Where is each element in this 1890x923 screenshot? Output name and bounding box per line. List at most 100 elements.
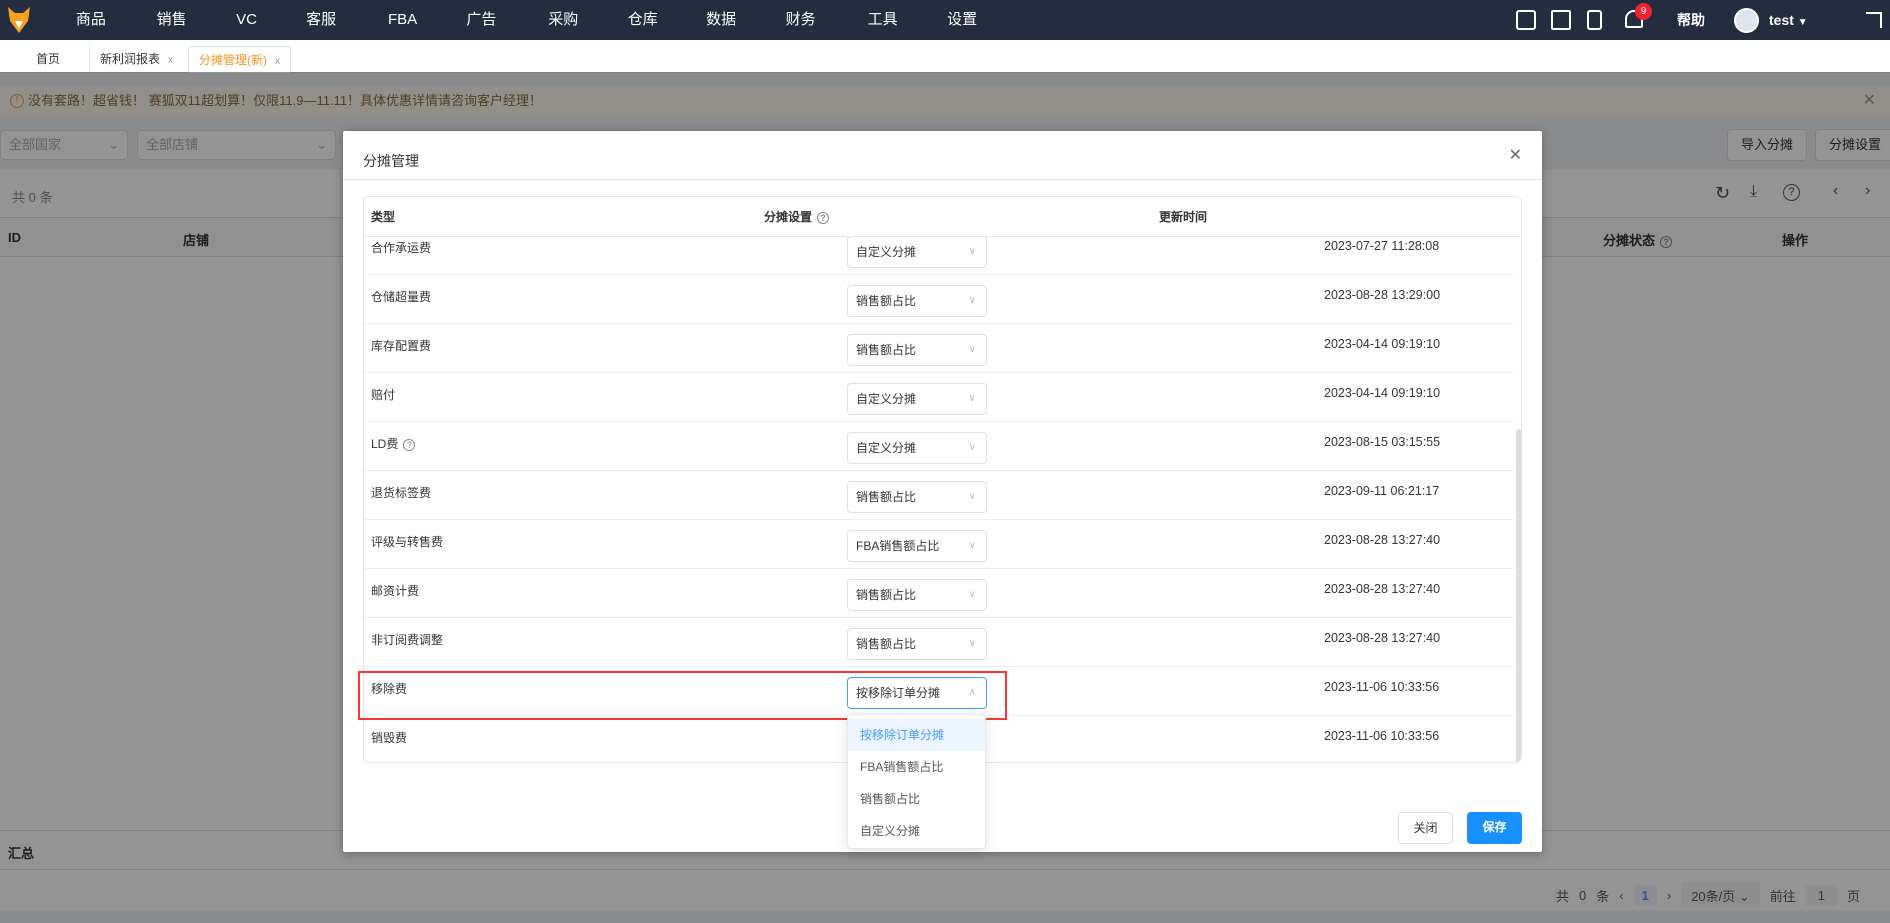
dropdown-option[interactable]: 按移除订单分摊 [848,719,985,751]
close-icon[interactable]: x [168,55,173,66]
allocation-setting-select[interactable]: FBA销售额占比 ∨ [847,530,987,562]
select-value: FBA销售额占比 [856,539,940,553]
table-row: 仓储超量费 销售额占比 ∨ 2023-08-28 13:29:00 [364,275,1514,324]
fee-type: 评级与转售费 [371,535,444,549]
update-time: 2023-11-06 10:33:56 [1324,729,1440,743]
nav-item[interactable]: 设置 [947,0,977,40]
select-value: 自定义分摊 [856,245,917,259]
dialog-title: 分摊管理 [363,153,419,169]
nav-item[interactable]: 商品 [76,0,106,40]
tab-label: 首页 [36,52,61,66]
tab-bar: 首页 新利润报表 x 分摊管理(新) x [0,40,1890,73]
fee-type: 赔付 [371,388,396,402]
tab-profit-report[interactable]: 新利润报表 x [89,46,183,73]
update-time: 2023-04-14 09:19:10 [1324,337,1441,351]
update-time: 2023-08-15 03:15:55 [1324,435,1441,449]
chevron-down-icon: ∨ [968,540,976,551]
column-update-time: 更新时间 [1159,210,1208,224]
nav-item[interactable]: 销售 [157,0,187,40]
allocation-setting-select[interactable]: 销售额占比 ∨ [847,628,987,660]
fee-type: 非订阅费调整 [371,633,444,647]
tab-label: 新利润报表 [100,52,161,66]
username: test [1769,12,1794,28]
table-row: LD费? 自定义分摊 ∨ 2023-08-15 03:15:55 [364,422,1514,471]
table-header: 类型 分摊设置? 更新时间 [364,197,1521,237]
allocation-setting-select[interactable]: 自定义分摊 ∨ [847,432,987,464]
add-document-icon[interactable] [1551,10,1571,30]
dialog-header: 分摊管理 [343,131,1542,180]
close-icon[interactable]: ✕ [1509,145,1522,165]
nav-item[interactable]: 采购 [548,0,578,40]
save-button[interactable]: 保存 [1467,812,1522,844]
update-time: 2023-08-28 13:29:00 [1324,288,1441,302]
nav-item[interactable]: VC [236,0,257,40]
nav-item[interactable]: 仓库 [628,0,658,40]
nav-item[interactable]: 数据 [706,0,736,40]
chevron-down-icon: ∨ [968,344,976,355]
table-row: 邮资计费 销售额占比 ∨ 2023-08-28 13:27:40 [364,569,1514,618]
chevron-down-icon: ∨ [968,442,976,453]
notification-badge: 9 [1635,3,1652,20]
nav-item[interactable]: 客服 [306,0,336,40]
select-value: 自定义分摊 [856,392,917,406]
tab-allocation-management[interactable]: 分摊管理(新) x [188,46,291,73]
update-time: 2023-09-11 06:21:17 [1324,484,1440,498]
allocation-setting-select[interactable]: 自定义分摊 ∨ [847,237,987,268]
chevron-down-icon: ∨ [968,295,976,306]
fee-type: 邮资计费 [371,584,420,598]
fullscreen-icon[interactable] [1866,12,1882,28]
fox-logo-icon[interactable] [8,7,30,33]
caret-down-icon: ▼ [1797,17,1808,28]
nav-item[interactable]: 财务 [786,0,816,40]
select-value: 销售额占比 [856,343,917,357]
highlight-box [358,671,1007,720]
allocation-setting-select[interactable]: 销售额占比 ∨ [847,579,987,611]
fee-type: 库存配置费 [371,339,432,353]
allocation-setting-select[interactable]: 销售额占比 ∨ [847,481,987,513]
table-row: 赔付 自定义分摊 ∨ 2023-04-14 09:19:10 [364,373,1514,422]
fee-type: 仓储超量费 [371,290,432,304]
table-row: 合作承运费 自定义分摊 ∨ 2023-07-27 11:28:08 [364,237,1514,275]
dropdown-option[interactable]: FBA销售额占比 [848,751,985,783]
allocation-setting-select[interactable]: 销售额占比 ∨ [847,285,987,317]
chevron-down-icon: ∨ [968,638,976,649]
update-time: 2023-08-28 13:27:40 [1324,631,1441,645]
fee-type: LD费? [371,435,416,452]
user-menu[interactable]: test ▼ [1769,0,1808,40]
update-time: 2023-08-28 13:27:40 [1324,582,1441,596]
help-link[interactable]: 帮助 [1677,0,1705,40]
select-value: 销售额占比 [856,637,917,651]
dropdown-option[interactable]: 销售额占比 [848,783,985,815]
dropdown-option[interactable]: 自定义分摊 [848,815,985,847]
column-setting: 分摊设置? [764,197,830,237]
allocation-setting-select[interactable]: 自定义分摊 ∨ [847,383,987,415]
scrollbar[interactable] [1516,429,1521,762]
close-button[interactable]: 关闭 [1398,812,1453,844]
chevron-down-icon: ∨ [968,491,976,502]
column-type: 类型 [371,210,396,224]
chevron-down-icon: ∨ [968,589,976,600]
nav-item[interactable]: FBA [388,0,417,40]
help-icon[interactable]: ? [403,438,416,451]
fee-type: 退货标签费 [371,486,432,500]
tab-home[interactable]: 首页 [26,46,70,73]
avatar[interactable] [1734,8,1759,33]
nav-item[interactable]: 工具 [868,0,898,40]
select-value: 销售额占比 [856,588,917,602]
update-time: 2023-04-14 09:19:10 [1324,386,1441,400]
allocation-setting-select[interactable]: 销售额占比 ∨ [847,334,987,366]
nav-item[interactable]: 广告 [466,0,496,40]
chevron-down-icon: ∨ [968,246,976,257]
update-time: 2023-07-27 11:28:08 [1324,239,1440,253]
update-time: 2023-08-28 13:27:40 [1324,533,1441,547]
chevron-down-icon: ∨ [968,393,976,404]
close-icon[interactable]: x [275,56,280,67]
table-row: 评级与转售费 FBA销售额占比 ∨ 2023-08-28 13:27:40 [364,520,1514,569]
fee-type: 合作承运费 [371,241,432,255]
top-navigation: 商品 销售 VC 客服 FBA 广告 采购 仓库 数据 财务 工具 设置 9 帮助 test ▼ [0,0,1890,40]
update-time: 2023-11-06 10:33:56 [1324,680,1440,694]
select-value: 销售额占比 [856,490,917,504]
download-icon[interactable] [1516,10,1536,30]
mobile-icon[interactable] [1587,10,1602,30]
help-icon[interactable]: ? [817,211,830,224]
